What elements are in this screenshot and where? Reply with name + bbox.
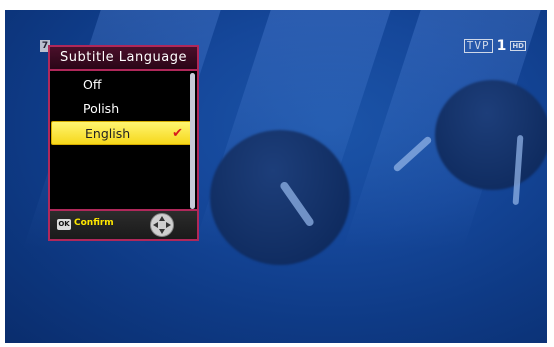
scrollbar[interactable] [190, 73, 195, 209]
option-label: Polish [83, 101, 120, 116]
subtitle-language-menu: Subtitle Language Off Polish English ✔ O… [48, 45, 199, 241]
channel-logo: TVP 1 HD [463, 38, 526, 54]
arrow-right-icon [166, 222, 171, 228]
arrow-left-icon [153, 222, 158, 228]
language-option-off[interactable]: Off [50, 73, 193, 97]
channel-number: 1 [496, 38, 507, 54]
whale-image [435, 80, 547, 190]
checkmark-icon: ✔ [172, 126, 183, 141]
whale-image [210, 130, 350, 265]
hd-badge: HD [510, 41, 526, 51]
dpad-icon [150, 213, 174, 237]
scroll-thumb[interactable] [190, 73, 195, 209]
language-option-english[interactable]: English ✔ [51, 121, 192, 145]
channel-logo-text: TVP [463, 39, 493, 53]
arrow-down-icon [159, 229, 165, 234]
ok-key-icon[interactable]: OK [57, 219, 71, 230]
menu-title: Subtitle Language [50, 47, 197, 71]
language-option-polish[interactable]: Polish [50, 97, 193, 121]
menu-footer: OK Confirm [50, 209, 197, 239]
language-list: Off Polish English ✔ [50, 73, 193, 145]
confirm-label: Confirm [74, 218, 114, 228]
option-label: Off [83, 77, 102, 92]
arrow-up-icon [159, 216, 165, 221]
option-label: English [85, 126, 131, 141]
